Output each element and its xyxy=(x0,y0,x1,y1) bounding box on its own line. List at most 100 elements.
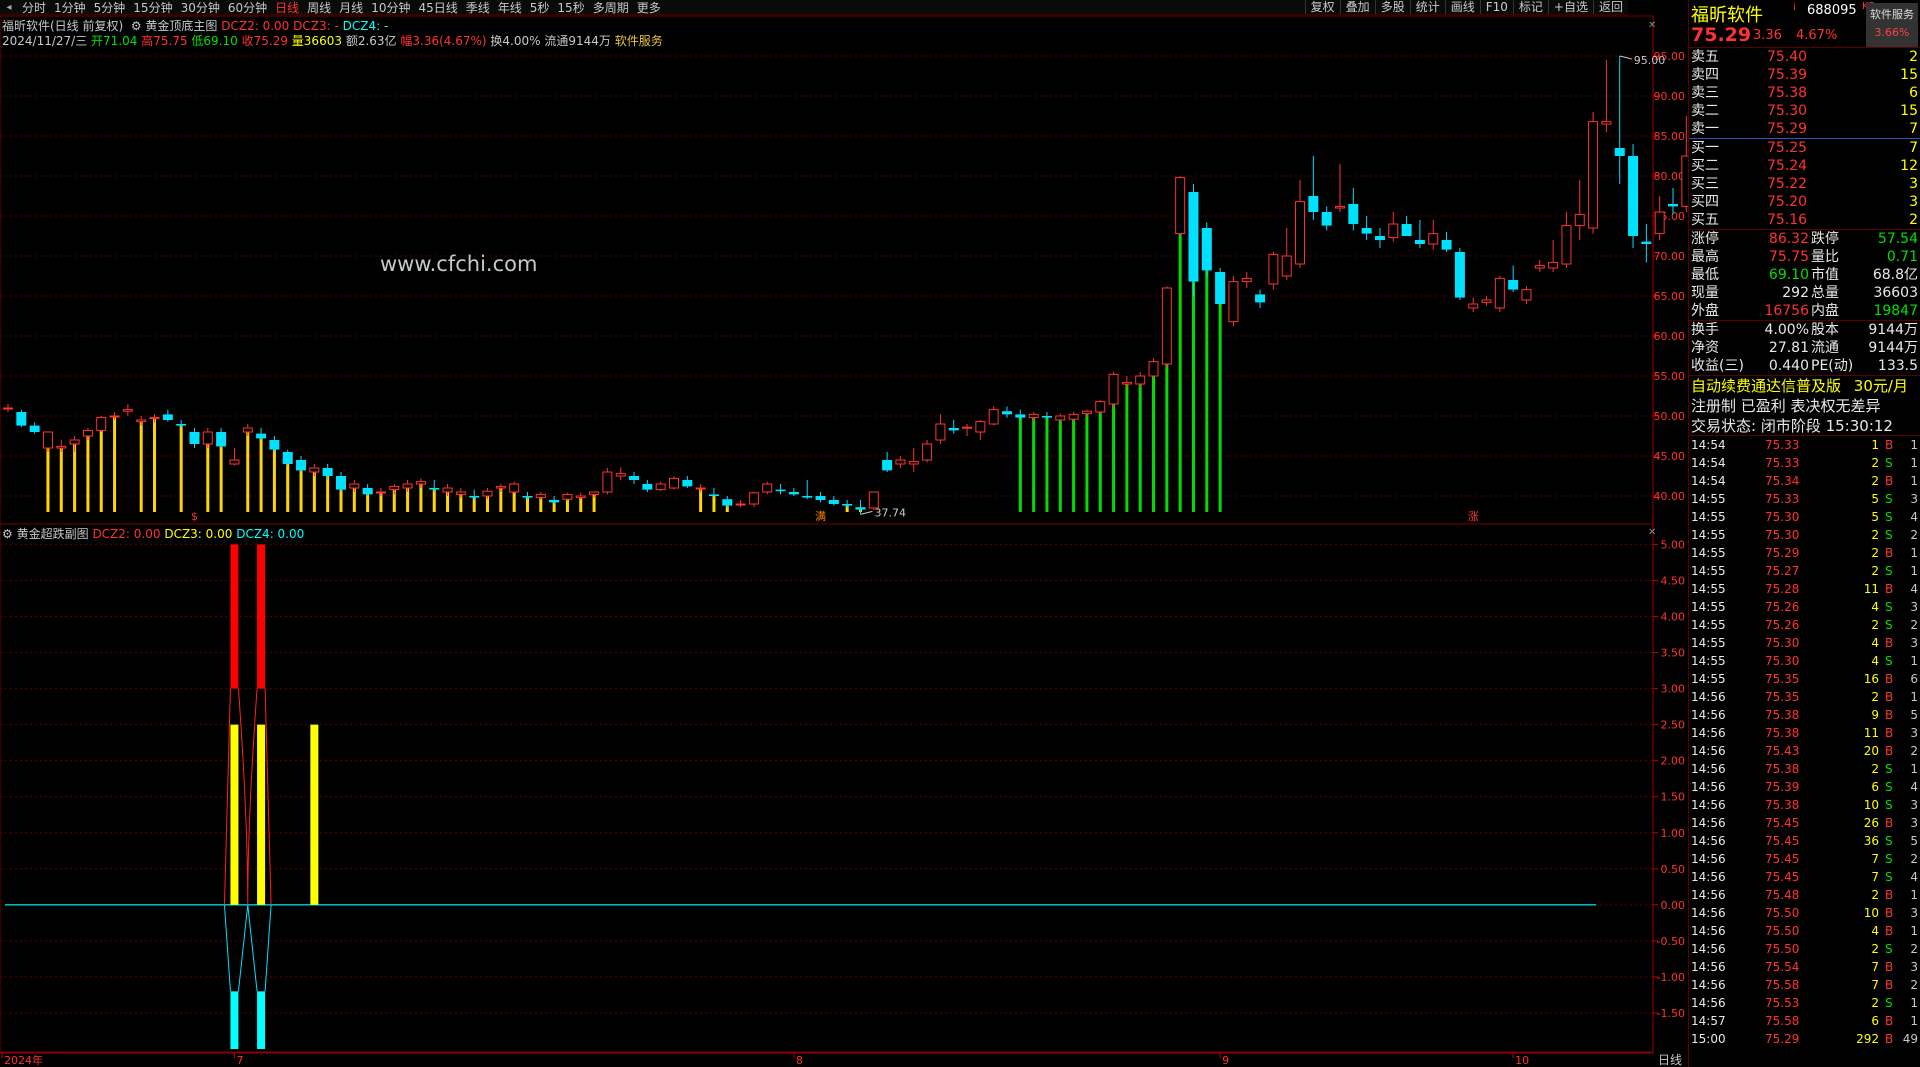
tick-list[interactable]: 14:54 75.33 1 B 1 14:54 75.33 2 S 1 14:54 75.34 2 B 1 1… xyxy=(1689,436,1920,1048)
candle-body[interactable] xyxy=(1081,410,1092,415)
candle-body[interactable] xyxy=(1534,265,1545,269)
candle-body[interactable] xyxy=(1561,225,1572,265)
candle-body[interactable] xyxy=(3,407,13,410)
candle-body[interactable] xyxy=(522,496,533,498)
candle-body[interactable] xyxy=(69,439,80,445)
candle-body[interactable] xyxy=(429,488,440,490)
candle-body[interactable] xyxy=(1121,381,1132,385)
sector-label[interactable]: 软件服务 xyxy=(615,34,663,48)
candle-body[interactable] xyxy=(1135,375,1146,385)
info-icon[interactable]: i xyxy=(1793,2,1796,13)
candle-body[interactable] xyxy=(695,487,706,490)
candle-body[interactable] xyxy=(1002,411,1012,415)
event-mark[interactable]: 涨 xyxy=(1468,510,1479,523)
candle-body[interactable] xyxy=(282,452,293,464)
candle-body[interactable] xyxy=(482,490,493,497)
candle-body[interactable] xyxy=(895,459,906,465)
candle-body[interactable] xyxy=(908,461,919,465)
candle-body[interactable] xyxy=(162,414,173,420)
candle-body[interactable] xyxy=(1628,156,1639,236)
candle-body[interactable] xyxy=(575,495,586,499)
candle-body[interactable] xyxy=(1481,299,1492,303)
period-label[interactable]: 日线 xyxy=(1658,1053,1682,1067)
candle-body[interactable] xyxy=(722,499,733,506)
candle-body[interactable] xyxy=(29,425,40,432)
candle-body[interactable] xyxy=(602,471,613,493)
candle-body[interactable] xyxy=(1414,240,1425,244)
candle-body[interactable] xyxy=(1335,205,1345,209)
candle-body[interactable] xyxy=(1041,416,1052,418)
news-ad[interactable]: 自动续费通达信普及版 30元/月 xyxy=(1689,376,1920,396)
candle-body[interactable] xyxy=(96,417,107,431)
candle-body[interactable] xyxy=(1454,252,1465,298)
candle-body[interactable] xyxy=(1148,361,1159,377)
sector-button[interactable]: 软件服务 3.66% xyxy=(1866,3,1918,47)
candle-body[interactable] xyxy=(1361,228,1372,234)
candle-body[interactable] xyxy=(1321,212,1332,226)
candle-body[interactable] xyxy=(415,481,426,485)
event-mark[interactable]: 满 xyxy=(815,510,826,523)
candle-body[interactable] xyxy=(1654,211,1665,235)
candle-body[interactable] xyxy=(1188,192,1199,282)
candle-body[interactable] xyxy=(775,489,786,492)
candle-body[interactable] xyxy=(962,426,973,429)
candle-body[interactable] xyxy=(655,483,666,491)
candle-body[interactable] xyxy=(735,503,746,506)
candle-body[interactable] xyxy=(469,496,480,498)
candle-body[interactable] xyxy=(1055,415,1066,421)
candle-body[interactable] xyxy=(1015,414,1026,418)
candle-body[interactable] xyxy=(269,440,280,450)
candle-body[interactable] xyxy=(1028,413,1039,419)
candle-body[interactable] xyxy=(1175,177,1186,235)
candle-body[interactable] xyxy=(815,496,826,500)
event-mark[interactable]: $ xyxy=(191,510,198,523)
candle-body[interactable] xyxy=(309,467,320,473)
candle-body[interactable] xyxy=(1095,401,1106,413)
candle-body[interactable] xyxy=(1401,224,1412,236)
candle-body[interactable] xyxy=(589,491,600,495)
candle-body[interactable] xyxy=(375,491,386,494)
candle-body[interactable] xyxy=(615,473,626,477)
candle-body[interactable] xyxy=(402,483,413,489)
candle-body[interactable] xyxy=(56,445,67,449)
candle-body[interactable] xyxy=(1374,236,1385,240)
candle-body[interactable] xyxy=(509,483,520,493)
candle-body[interactable] xyxy=(1668,204,1678,207)
candle-body[interactable] xyxy=(975,421,986,433)
candle-body[interactable] xyxy=(109,415,120,418)
candle-body[interactable] xyxy=(149,417,160,420)
candle-body[interactable] xyxy=(549,500,560,503)
candle-body[interactable] xyxy=(1161,287,1172,365)
candle-body[interactable] xyxy=(82,429,93,437)
candle-body[interactable] xyxy=(842,504,853,506)
settings-icon[interactable]: ⚙ xyxy=(127,19,142,33)
candle-body[interactable] xyxy=(495,485,506,489)
candle-body[interactable] xyxy=(935,423,946,441)
candle-body[interactable] xyxy=(788,492,799,495)
candle-body[interactable] xyxy=(229,459,240,465)
candle-body[interactable] xyxy=(708,494,719,496)
candle-body[interactable] xyxy=(828,500,839,504)
candle-body[interactable] xyxy=(1521,289,1532,301)
candle-body[interactable] xyxy=(1588,121,1599,229)
candle-body[interactable] xyxy=(1108,373,1119,405)
candle-body[interactable] xyxy=(42,431,53,449)
candle-body[interactable] xyxy=(642,484,653,490)
candle-body[interactable] xyxy=(1295,201,1306,265)
candle-body[interactable] xyxy=(535,493,546,499)
candle-body[interactable] xyxy=(189,432,200,444)
candle-body[interactable] xyxy=(336,476,346,490)
candle-body[interactable] xyxy=(256,433,267,439)
candle-body[interactable] xyxy=(216,432,227,447)
candle-body[interactable] xyxy=(136,419,147,423)
candle-body[interactable] xyxy=(882,460,893,471)
candle-body[interactable] xyxy=(988,409,999,425)
candle-body[interactable] xyxy=(762,483,773,493)
candle-body[interactable] xyxy=(1268,253,1279,285)
candle-body[interactable] xyxy=(669,477,679,489)
candle-body[interactable] xyxy=(1574,213,1585,227)
candle-body[interactable] xyxy=(1428,233,1439,245)
close-icon[interactable]: ✕ xyxy=(1648,20,1656,31)
candle-body[interactable] xyxy=(1641,241,1652,244)
candle-body[interactable] xyxy=(442,487,453,493)
